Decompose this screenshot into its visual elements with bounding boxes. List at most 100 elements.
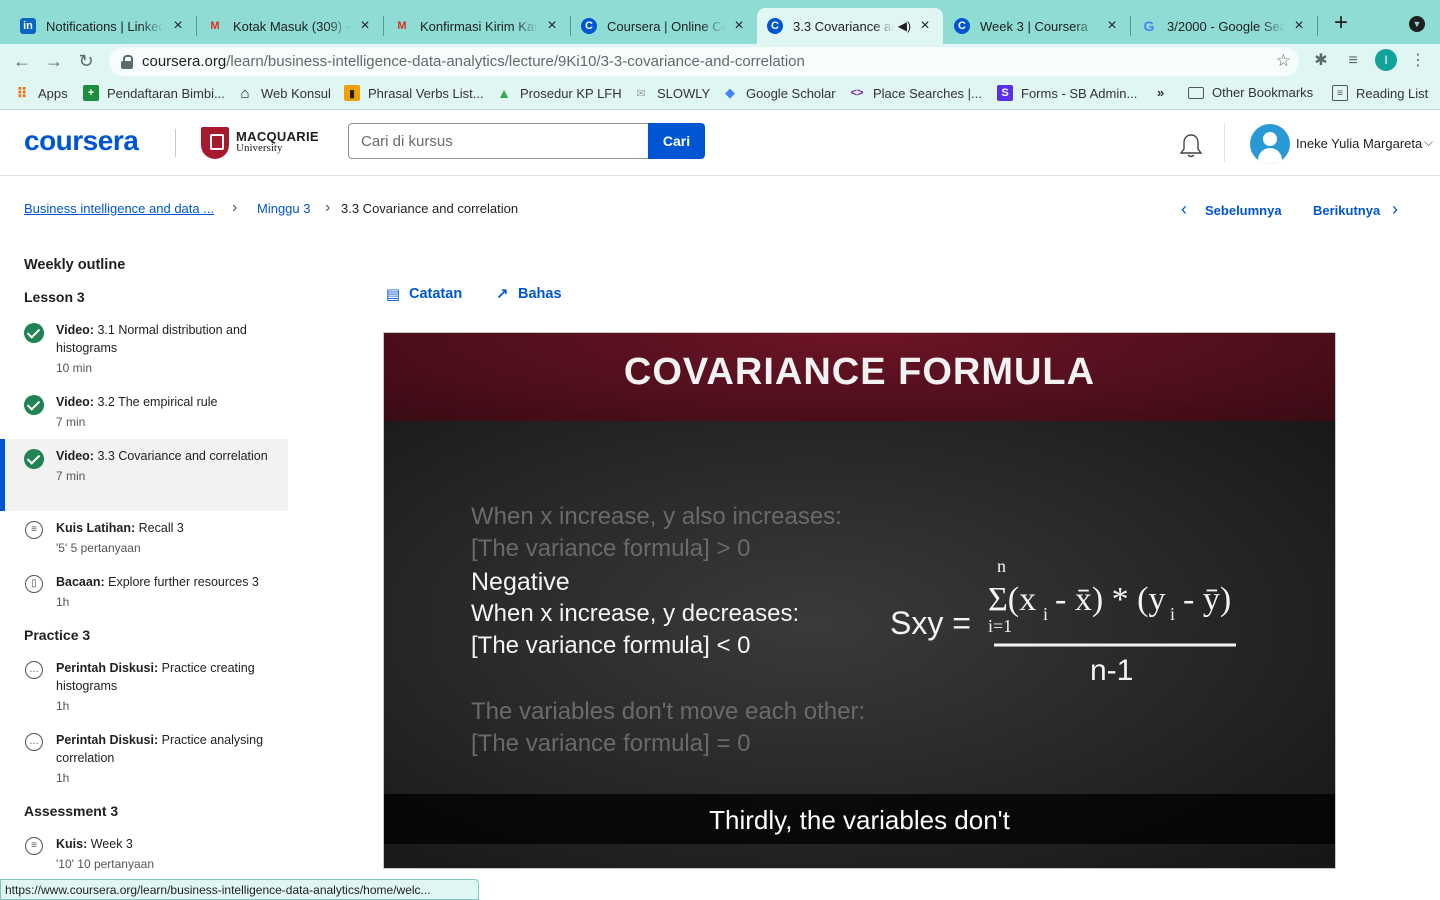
s-icon: S (997, 85, 1013, 101)
browser-tab[interactable]: in Notifications | LinkedIn × (10, 8, 196, 44)
discussion-bubble-icon: … (25, 661, 43, 679)
close-tab-icon[interactable]: × (731, 17, 747, 35)
outline-item-active[interactable]: Video: 3.3 Covariance and correlation 7 m… (0, 439, 288, 511)
completed-check-icon (24, 323, 44, 343)
media-control-icon[interactable]: ≡ (1343, 51, 1363, 71)
chevron-down-icon[interactable]: ⌵ (1424, 135, 1433, 150)
browser-toolbar: ← → ↻ coursera.org/learn/business-intell… (0, 44, 1440, 78)
svg-text:Σ(x: Σ(x (988, 581, 1036, 618)
folder-icon (1188, 86, 1204, 99)
outline-item[interactable]: Video: 3.1 Normal distribution and histo… (0, 313, 288, 377)
apps-grid-icon: ⠿ (16, 84, 28, 101)
video-player[interactable]: COVARIANCE FORMULA When x increase, y al… (383, 332, 1336, 869)
discuss-button[interactable]: ↗ Bahas (494, 285, 562, 303)
bookmark-item[interactable]: ▮ Phrasal Verbs List... (344, 85, 484, 101)
breadcrumb-current: 3.3 Covariance and correlation (341, 201, 519, 216)
bookmark-star-icon[interactable]: ☆ (1276, 51, 1291, 71)
browser-tab[interactable]: C Week 3 | Coursera × (944, 8, 1130, 44)
close-tab-icon[interactable]: × (544, 17, 560, 35)
profile-avatar-icon[interactable]: I (1375, 49, 1397, 71)
breadcrumb-week-link[interactable]: Minggu 3 (257, 201, 310, 216)
coursera-icon: C (767, 18, 783, 34)
browser-tab[interactable]: M Kotak Masuk (309) - × (197, 8, 383, 44)
lock-icon[interactable] (121, 54, 133, 69)
more-menu-icon[interactable]: ⋮ (1408, 51, 1428, 71)
slide-line: [The variance formula] = 0 (471, 730, 751, 757)
back-arrow-icon[interactable]: ← (10, 49, 34, 73)
chevron-left-icon[interactable]: ‹ (1181, 199, 1187, 220)
user-name[interactable]: Ineke Yulia Margareta (1296, 136, 1422, 151)
reading-list[interactable]: ≡ Reading List (1332, 85, 1428, 101)
link-status-bar: https://www.coursera.org/learn/business-… (0, 879, 479, 900)
previous-link[interactable]: Sebelumnya (1205, 203, 1282, 218)
slide-line: [The variance formula] < 0 (471, 632, 751, 659)
bookmark-item[interactable]: <> Place Searches |... (849, 85, 982, 101)
gmail-icon: M (397, 20, 407, 32)
formula-lhs: Sxy = (890, 605, 971, 641)
linkedin-icon: in (20, 18, 36, 34)
bookmark-item[interactable]: S Forms - SB Admin... (997, 85, 1137, 101)
bookmark-item[interactable]: ◆ Google Scholar (722, 85, 836, 101)
extensions-puzzle-icon[interactable]: ✱ (1311, 51, 1331, 71)
bookmark-item[interactable]: + Pendaftaran Bimbi... (83, 85, 225, 101)
slide-line: The variables don't move each other: (471, 698, 866, 725)
svg-text:i=1: i=1 (988, 616, 1012, 636)
speaker-icon[interactable]: ◀) (898, 19, 911, 33)
logo-divider (175, 129, 176, 157)
drive-icon: ▲ (497, 85, 511, 101)
chevron-right-icon[interactable]: › (1392, 199, 1398, 220)
outline-item[interactable]: ≡ Kuis: Week 3'10' 10 pertanyaan (0, 827, 288, 873)
close-tab-icon[interactable]: × (357, 17, 373, 35)
bookmark-item[interactable]: ✉ SLOWLY (633, 85, 710, 101)
chevron-right-icon: › (325, 199, 331, 216)
more-bookmarks-chevron-icon[interactable]: » (1157, 85, 1164, 100)
google-icon: G (1143, 18, 1155, 34)
coursera-logo[interactable]: coursera (24, 125, 139, 157)
plus-square-icon: + (83, 85, 99, 101)
partner-subtitle[interactable]: University (236, 142, 282, 154)
section-heading-lesson: Lesson 3 (24, 289, 85, 305)
tab-search-chevron-icon[interactable]: ▼ (1409, 16, 1425, 32)
close-tab-icon[interactable]: × (1104, 17, 1120, 35)
covariance-formula: Sxy = n Σ(x i - x̄) * (y i - ȳ) i=1 n-1 (890, 556, 1236, 687)
section-heading-practice: Practice 3 (24, 627, 91, 643)
url-host: coursera.org (142, 53, 227, 70)
other-bookmarks[interactable]: Other Bookmarks (1188, 85, 1313, 100)
browser-tab[interactable]: G 3/2000 - Google Search × (1131, 8, 1317, 44)
macquarie-crest-icon[interactable] (201, 127, 229, 159)
bookmark-item[interactable]: ⠿ Apps (14, 85, 68, 101)
bookmark-item[interactable]: ⌂ Web Konsul (237, 85, 330, 102)
outline-item[interactable]: … Perintah Diskusi: Practice creating hi… (0, 651, 288, 715)
course-search-input[interactable] (348, 123, 648, 159)
outline-item[interactable]: ≡ Kuis Latihan: Recall 3'5' 5 pertanyaan (0, 511, 288, 557)
user-avatar-icon[interactable] (1250, 124, 1290, 164)
next-link[interactable]: Berikutnya (1313, 203, 1380, 218)
close-tab-icon[interactable]: × (917, 17, 933, 35)
search-button[interactable]: Cari (648, 123, 705, 159)
new-tab-plus-icon[interactable]: + (1329, 11, 1353, 36)
outline-item[interactable]: Video: 3.2 The empirical rule 7 min (0, 385, 288, 431)
reload-icon[interactable]: ↻ (74, 49, 98, 73)
outline-item[interactable]: … Perintah Diskusi: Practice analysing c… (0, 723, 288, 787)
browser-tab[interactable]: C Coursera | Online Courses × (571, 8, 757, 44)
code-icon: <> (850, 87, 864, 99)
discussion-bubble-icon: … (25, 733, 43, 751)
notes-button[interactable]: ▤ Catatan (385, 285, 462, 303)
chevron-right-icon: › (232, 199, 238, 216)
forward-arrow-icon[interactable]: → (42, 49, 66, 73)
header-divider (1224, 123, 1225, 163)
breadcrumb-course-link[interactable]: Business intelligence and data ... (24, 201, 214, 216)
close-tab-icon[interactable]: × (1291, 17, 1307, 35)
completed-check-icon (24, 395, 44, 415)
bookmark-item[interactable]: ▲ Prosedur KP LFH (496, 85, 622, 101)
browser-tab[interactable]: M Konfirmasi Kirim Kartu × (384, 8, 570, 44)
svg-text:i: i (1170, 604, 1175, 624)
bookmarks-bar: ⠿ Apps + Pendaftaran Bimbi... ⌂ Web Kons… (0, 78, 1440, 110)
close-tab-icon[interactable]: × (170, 17, 186, 35)
weekly-outline-sidebar: Weekly outline Lesson 3 Video: 3.1 Norma… (0, 240, 288, 880)
browser-tab-active[interactable]: C 3.3 Covariance and ◀) × (757, 8, 943, 44)
notification-bell-icon[interactable] (1179, 133, 1203, 159)
completed-check-icon (24, 449, 44, 469)
address-bar[interactable]: coursera.org/learn/business-intelligence… (109, 47, 1299, 76)
outline-item[interactable]: ▯ Bacaan: Explore further resources 3 1h (0, 565, 288, 611)
